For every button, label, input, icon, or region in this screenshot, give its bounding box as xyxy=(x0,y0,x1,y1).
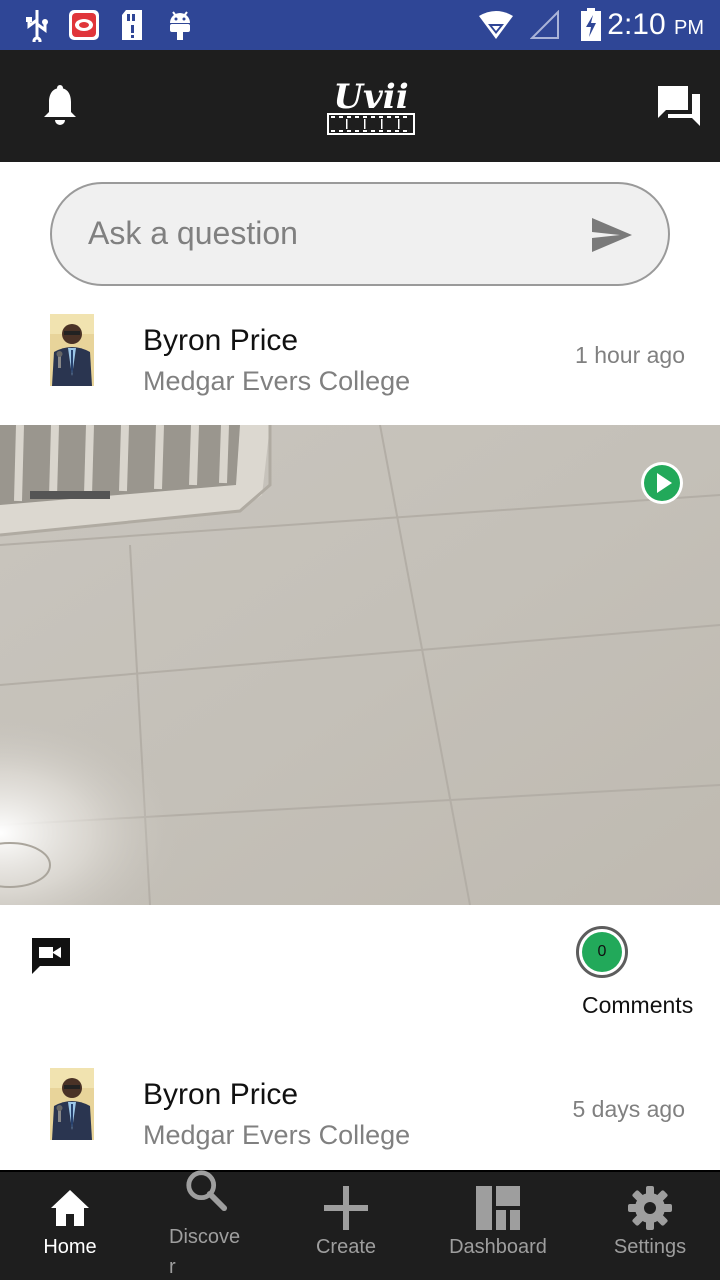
bottom-nav: Home Discover Create Dashboard Settings xyxy=(0,1170,720,1280)
nav-dashboard[interactable]: Dashboard xyxy=(440,1172,556,1280)
usb-icon xyxy=(24,8,50,42)
ask-question-input[interactable] xyxy=(88,208,568,258)
nav-home[interactable]: Home xyxy=(20,1172,120,1280)
battery-charging-icon xyxy=(580,8,602,42)
avatar[interactable] xyxy=(50,314,94,386)
author-school: Medgar Evers College xyxy=(143,366,411,396)
post-time: 1 hour ago xyxy=(575,342,685,368)
nav-discover-label: Discover xyxy=(169,1226,241,1278)
sd-card-icon xyxy=(120,8,144,42)
video-thumbnail[interactable] xyxy=(0,425,720,905)
bell-icon[interactable] xyxy=(40,84,80,128)
post-header[interactable]: Byron Price Medgar Evers College 5 days … xyxy=(0,1054,720,1164)
avatar[interactable] xyxy=(50,1068,94,1140)
nav-settings-label: Settings xyxy=(613,1236,687,1258)
android-icon xyxy=(166,8,194,42)
app-bar: Uvii xyxy=(0,50,720,162)
plus-icon xyxy=(324,1186,368,1230)
comment-count: 0 xyxy=(582,932,622,972)
dashboard-icon xyxy=(476,1186,520,1230)
nav-home-label: Home xyxy=(43,1236,97,1258)
status-bar: 2:10 PM xyxy=(0,0,720,50)
video-reply-icon[interactable] xyxy=(30,936,72,976)
app-notification-icon xyxy=(68,8,100,42)
nav-create[interactable]: Create xyxy=(296,1172,396,1280)
post-header[interactable]: Byron Price Medgar Evers College 1 hour … xyxy=(0,300,720,410)
nav-settings[interactable]: Settings xyxy=(600,1172,700,1280)
comment-count-badge[interactable]: 0 xyxy=(576,926,628,978)
nav-discover[interactable]: Discover xyxy=(160,1170,252,1280)
ask-question-bar xyxy=(50,182,670,286)
nav-dashboard-label: Dashboard xyxy=(449,1236,547,1258)
post-time: 5 days ago xyxy=(572,1096,685,1122)
clock: 2:10 PM xyxy=(607,8,704,41)
app-logo: Uvii xyxy=(326,72,416,138)
signal-icon xyxy=(530,8,560,42)
author-name[interactable]: Byron Price xyxy=(143,324,298,358)
search-icon xyxy=(184,1168,228,1212)
logo-text: Uvii xyxy=(333,77,408,117)
home-icon xyxy=(48,1186,92,1230)
video-frame xyxy=(0,425,720,905)
gear-icon xyxy=(628,1186,672,1230)
author-school: Medgar Evers College xyxy=(143,1120,411,1150)
wifi-icon xyxy=(478,8,514,42)
play-icon[interactable] xyxy=(640,461,684,505)
author-name[interactable]: Byron Price xyxy=(143,1078,298,1112)
nav-create-label: Create xyxy=(315,1236,377,1258)
send-icon[interactable] xyxy=(590,216,634,254)
chat-icon[interactable] xyxy=(656,84,702,128)
comments-label[interactable]: Comments xyxy=(582,992,693,1019)
